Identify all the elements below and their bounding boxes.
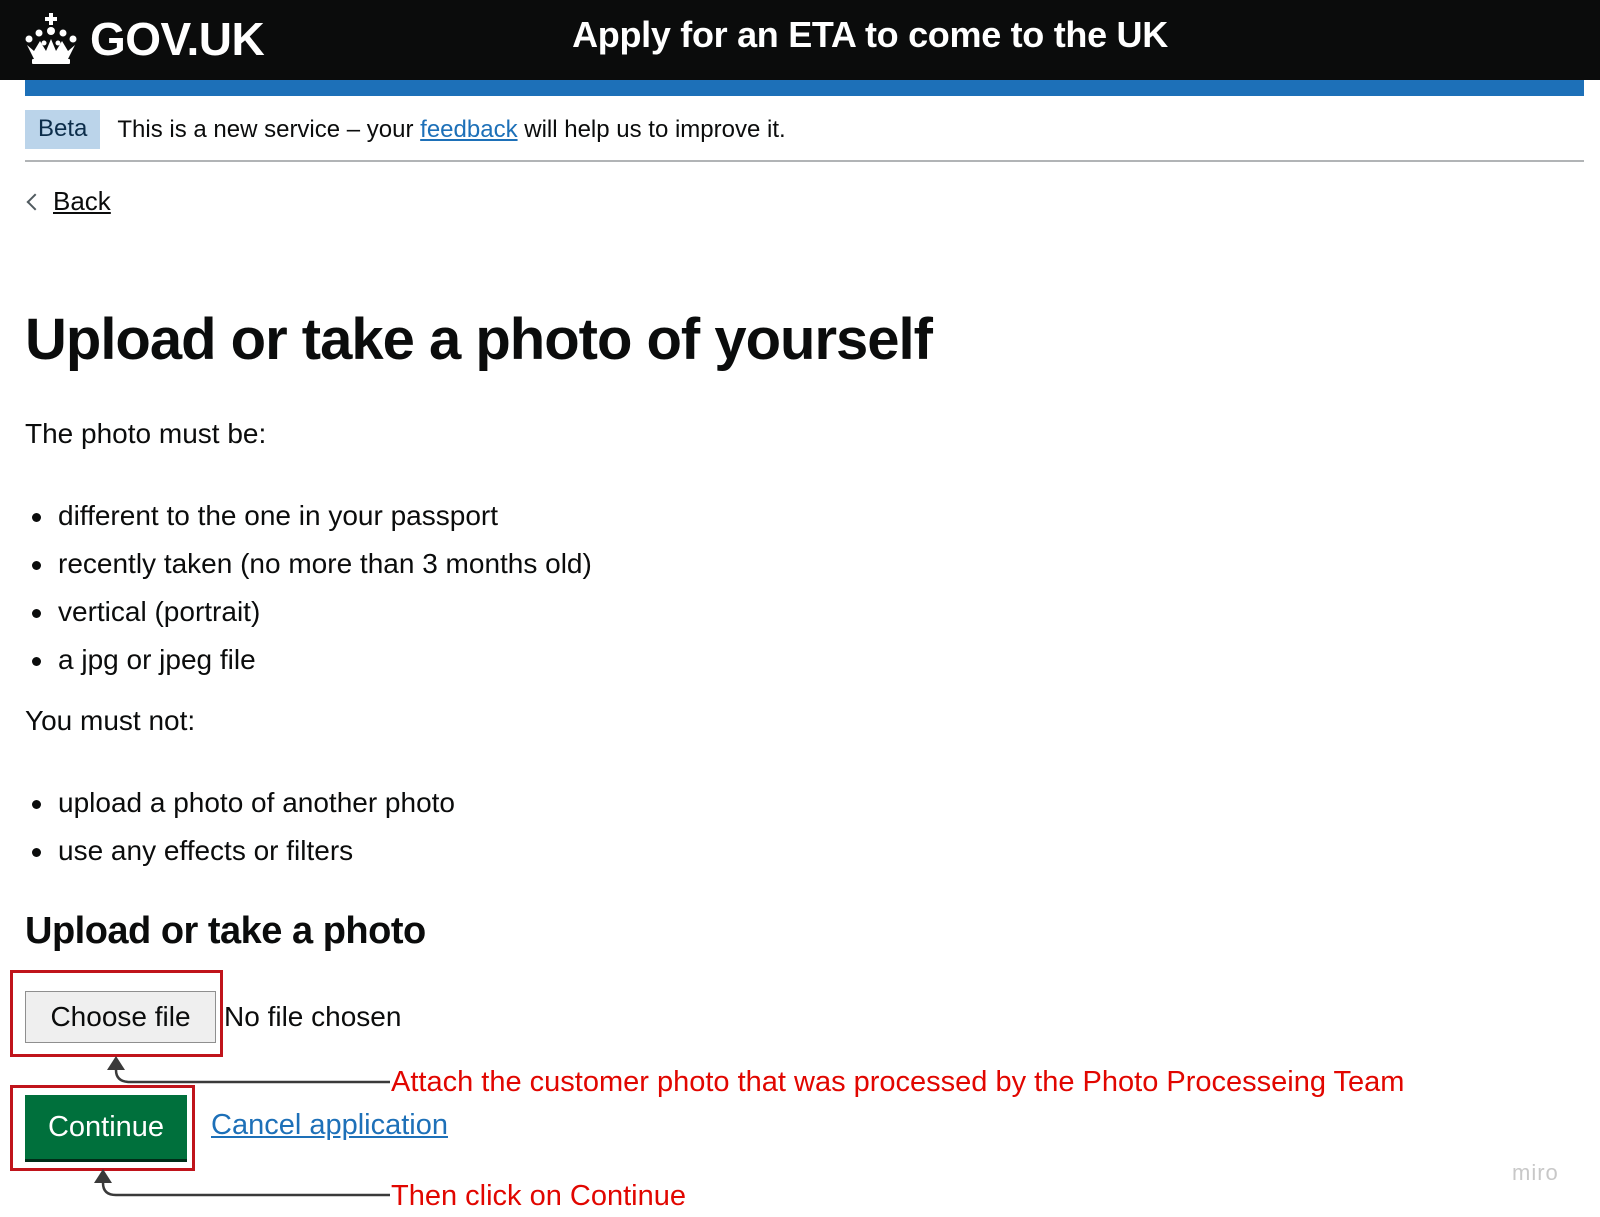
annotation-continue-note: Then click on Continue [391,1180,686,1212]
arrow-line-continue [101,1173,390,1197]
annotation-attach-note: Attach the customer photo that was proce… [391,1066,1405,1098]
arrow-head-choose-file [107,1056,125,1070]
miro-watermark: miro [1512,1160,1559,1185]
arrow-head-continue [94,1169,112,1183]
arrow-line-choose-file [114,1060,390,1084]
annotation-arrows [94,1056,390,1197]
